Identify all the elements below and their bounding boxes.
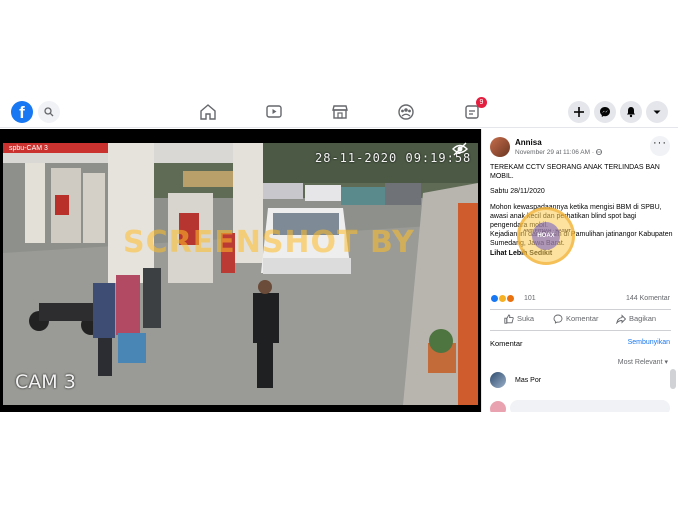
see-less-link[interactable]: Lihat Lebih Sedikit — [490, 249, 673, 258]
commenter-name[interactable]: Mas Por — [515, 377, 541, 384]
commenter-avatar[interactable] — [490, 372, 506, 388]
more-dots-icon: ··· — [653, 137, 667, 149]
comments-section-title: Komentar — [490, 339, 523, 348]
comment-label: Komentar — [566, 314, 599, 323]
comment-sort-dropdown[interactable]: Most Relevant ▾ — [618, 358, 668, 366]
gaming-icon[interactable]: 9 — [462, 97, 487, 122]
post-date-line: Sabtu 28/11/2020 — [490, 188, 545, 196]
like-label: Suka — [517, 314, 535, 323]
hoax-label: HOAX — [532, 222, 560, 250]
caret-down-icon: ▾ — [664, 359, 668, 366]
comment-count[interactable]: 144 Komentar — [626, 295, 670, 302]
cctv-timestamp: 28-11-2020 09:19:58 — [315, 151, 472, 165]
comment-icon — [553, 314, 563, 324]
marketplace-icon[interactable] — [330, 102, 350, 122]
post-headline: TEREKAM CCTV SEORANG ANAK TERLINDAS BAN … — [490, 164, 660, 181]
watch-video-icon[interactable] — [264, 102, 284, 122]
top-navigation-bar: f 9 — [0, 96, 678, 128]
comment-button[interactable]: Komentar — [553, 314, 599, 324]
thumbs-up-icon — [504, 314, 514, 324]
reaction-count[interactable]: 101 — [524, 295, 536, 302]
facebook-window: f 9 28-11-2020 09:19:58 CAM 3 spbu-CAM 3… — [0, 96, 678, 412]
groups-icon[interactable] — [396, 102, 416, 122]
author-name[interactable]: Annisa — [515, 138, 542, 147]
bell-icon — [627, 107, 635, 118]
cctv-frame: 28-11-2020 09:19:58 CAM 3 spbu-CAM 3 SCR… — [3, 143, 478, 405]
angry-reaction-icon — [506, 294, 515, 303]
globe-icon — [595, 149, 602, 156]
share-label: Bagikan — [629, 314, 657, 323]
hide-eye-icon[interactable] — [452, 141, 468, 157]
hide-comments-link[interactable]: Sembunyikan — [628, 339, 670, 346]
search-icon — [44, 107, 54, 117]
post-options-button[interactable]: ··· — [650, 136, 670, 156]
messenger-button[interactable] — [594, 101, 616, 123]
create-button[interactable] — [568, 101, 590, 123]
post-timestamp[interactable]: November 29 at 11:06 AM · — [515, 149, 596, 156]
comments-scrollbar[interactable] — [670, 369, 676, 389]
spbu-sign-text: spbu-CAM 3 — [9, 145, 48, 152]
home-icon[interactable] — [198, 102, 218, 122]
facebook-logo-icon[interactable]: f — [11, 101, 33, 123]
share-button[interactable]: Bagikan — [616, 314, 657, 325]
video-player[interactable]: 28-11-2020 09:19:58 CAM 3 spbu-CAM 3 SCR… — [0, 129, 481, 412]
account-menu-button[interactable] — [646, 101, 668, 123]
plus-icon — [574, 107, 584, 117]
hoax-stamp: ANTI FITNAH · HASUT · HOAX HOAX — [517, 207, 575, 265]
notification-badge: 9 — [476, 97, 487, 108]
post-actions-bar: Suka Komentar Bagikan — [490, 309, 671, 331]
sort-label: Most Relevant — [617, 359, 663, 366]
author-avatar[interactable] — [490, 137, 510, 157]
camera-label: CAM 3 — [15, 371, 76, 393]
chevron-down-icon — [653, 110, 661, 114]
write-comment-input[interactable] — [510, 400, 670, 412]
current-user-avatar — [490, 401, 506, 412]
messenger-icon — [600, 107, 610, 117]
gas-station-scene — [3, 143, 478, 405]
post-side-panel: Annisa November 29 at 11:06 AM · ··· TER… — [481, 129, 678, 412]
screenshot-watermark: SCREENSHOT BY — [123, 225, 415, 260]
share-arrow-icon — [616, 314, 627, 325]
like-button[interactable]: Suka — [504, 314, 534, 324]
search-button[interactable] — [38, 101, 60, 123]
post-text: TEREKAM CCTV SEORANG ANAK TERLINDAS BAN … — [490, 163, 673, 264]
post-meta: November 29 at 11:06 AM · — [515, 149, 602, 156]
post-body-line: Mohon kewaspadaannya ketika mengisi BBM … — [490, 203, 662, 211]
notifications-button[interactable] — [620, 101, 642, 123]
